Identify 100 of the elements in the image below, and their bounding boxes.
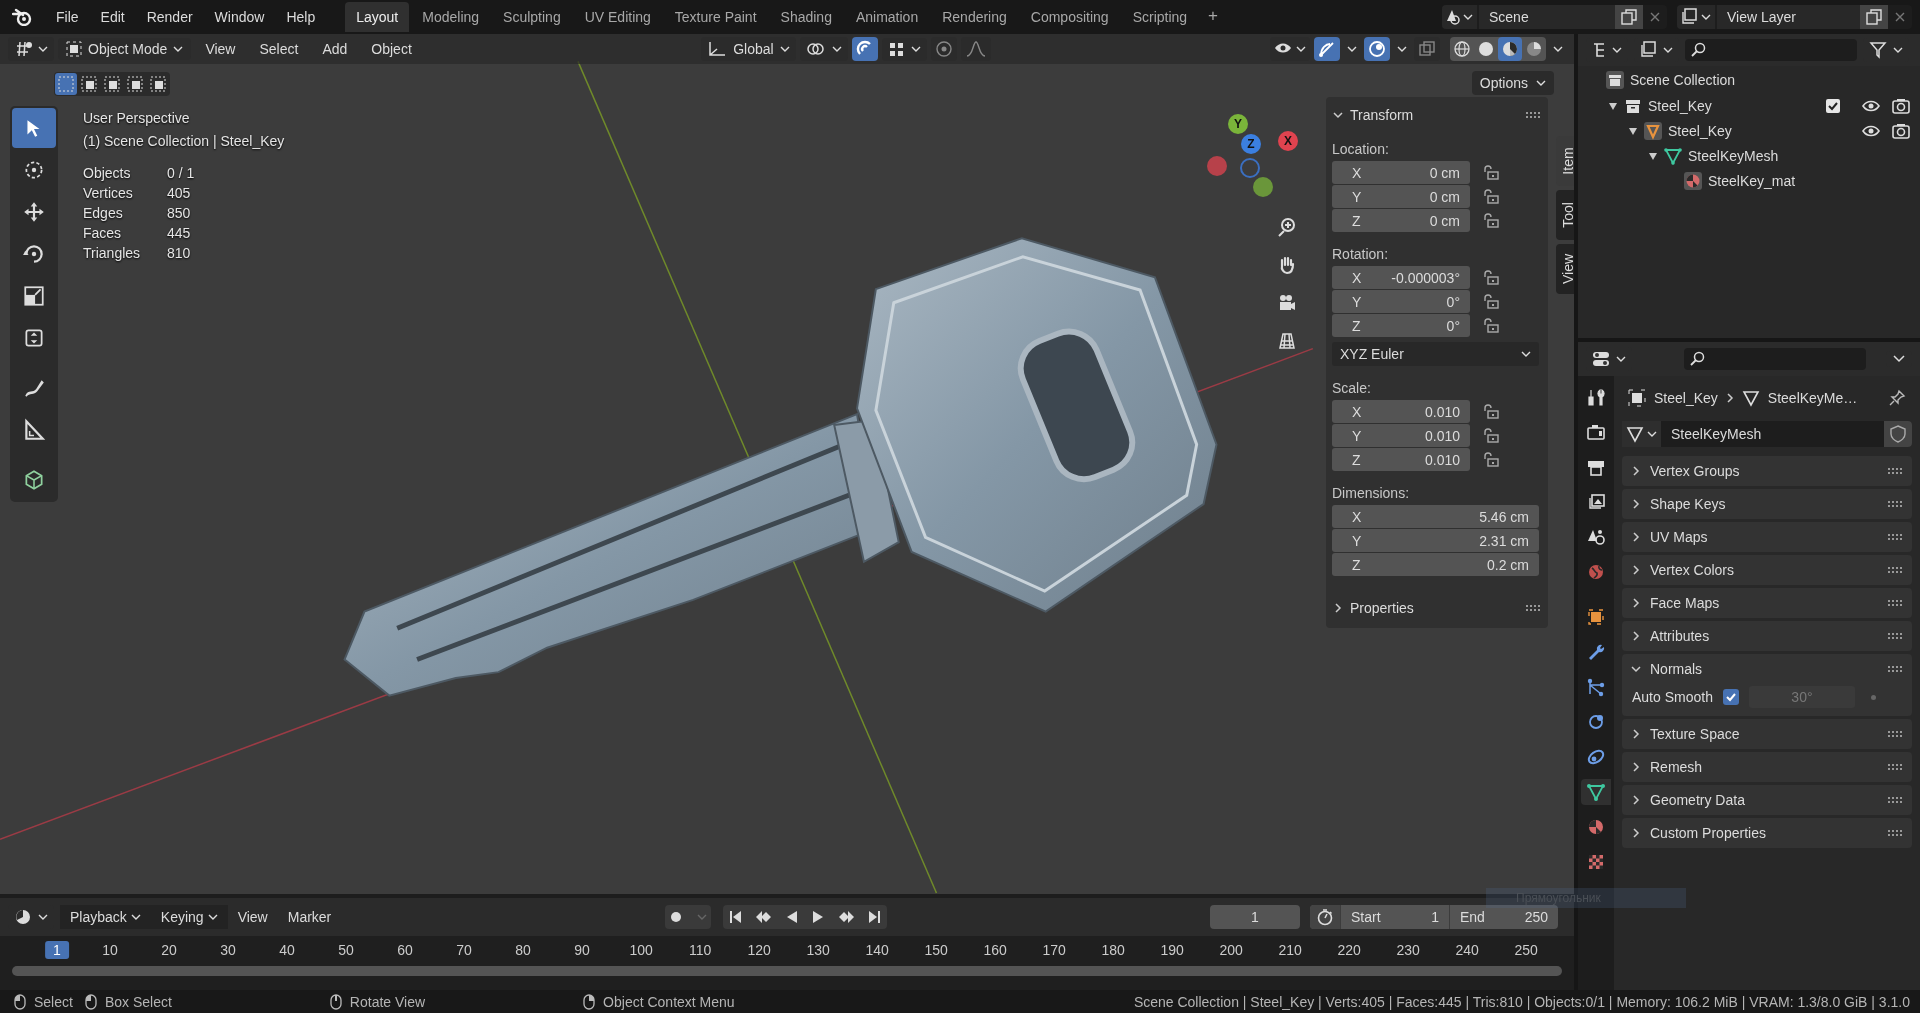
current-frame-field[interactable]: 1 <box>1210 905 1300 929</box>
panel-title[interactable]: Attributes <box>1650 628 1710 644</box>
panel-title[interactable]: Texture Space <box>1650 726 1740 742</box>
panel-title[interactable]: Custom Properties <box>1650 825 1766 841</box>
workspace-tab[interactable]: Rendering <box>931 2 1018 32</box>
scene-name-field[interactable]: Scene <box>1479 5 1615 29</box>
gizmo-toggle-icon[interactable] <box>1314 37 1340 61</box>
gizmo-axis-ball[interactable]: Y <box>1228 114 1248 134</box>
rotation-mode-dropdown[interactable]: XYZ Euler <box>1332 342 1539 366</box>
object-triangle-icon[interactable] <box>1644 121 1662 140</box>
menu-item[interactable]: Playback <box>60 905 151 929</box>
eye-icon[interactable] <box>1862 123 1880 138</box>
menu-item[interactable]: Keying <box>150 905 228 929</box>
selection-mode-icon[interactable] <box>124 73 146 95</box>
chevron-icon[interactable] <box>1630 465 1642 477</box>
scrollbar[interactable] <box>12 966 1562 976</box>
menu-item[interactable]: Help <box>276 5 326 29</box>
number-field[interactable]: Y 0 cm <box>1332 185 1470 208</box>
workspace-tab[interactable]: Texture Paint <box>663 2 768 32</box>
copy-button[interactable] <box>1860 5 1888 29</box>
workspace-tab[interactable]: Modeling <box>411 2 491 32</box>
menu-item[interactable]: View <box>195 37 246 61</box>
chevron-icon[interactable] <box>1630 597 1642 609</box>
workspace-tab[interactable]: Layout <box>345 2 410 32</box>
disclosure-triangle-icon[interactable] <box>1608 100 1618 111</box>
lock-icon[interactable] <box>1482 403 1500 420</box>
tree-item-label[interactable]: Scene Collection <box>1630 71 1736 88</box>
gizmo-axis-ball[interactable] <box>1253 177 1273 197</box>
workspace-tab[interactable]: Animation <box>844 2 930 32</box>
workspace-tab[interactable]: Sculpting <box>492 2 572 32</box>
stopwatch-icon[interactable] <box>1310 905 1340 929</box>
workspace-tab[interactable]: Compositing <box>1019 2 1120 32</box>
chevron-icon[interactable] <box>1630 663 1642 675</box>
menu-item[interactable]: Add <box>312 37 358 61</box>
panel-title[interactable]: Geometry Data <box>1650 792 1745 808</box>
disclosure-triangle-icon[interactable] <box>1648 150 1658 161</box>
search-field[interactable] <box>1685 39 1857 61</box>
lock-icon[interactable] <box>1482 269 1500 286</box>
menu-item[interactable]: Window <box>204 5 275 29</box>
eye-icon[interactable] <box>1862 98 1880 113</box>
panel-title[interactable]: Normals <box>1650 661 1703 677</box>
panel-title[interactable]: Transform <box>1350 107 1414 123</box>
tree-item-label[interactable]: Steel_Key <box>1668 122 1732 139</box>
menu-item[interactable]: Edit <box>90 5 135 29</box>
chevron-icon[interactable] <box>1630 531 1642 543</box>
sidebar-tab[interactable]: View <box>1556 244 1574 294</box>
number-field[interactable]: Z 0.2 cm <box>1332 553 1539 576</box>
menu-item[interactable]: Object <box>361 37 422 61</box>
lock-icon[interactable] <box>1482 451 1500 468</box>
keyframe-dot-icon[interactable] <box>1870 694 1876 700</box>
number-field[interactable]: Y 0.010 <box>1332 424 1470 447</box>
menu-item[interactable]: Marker <box>277 905 342 929</box>
chevron-icon[interactable] <box>1630 794 1642 806</box>
chevron-icon[interactable] <box>1630 630 1642 642</box>
camera-icon[interactable] <box>1892 122 1910 139</box>
number-field[interactable]: Z 0 cm <box>1332 209 1470 232</box>
start-frame-field[interactable]: Start 1 <box>1340 905 1449 929</box>
caret-icon[interactable] <box>1553 45 1563 53</box>
tree-item-label[interactable]: SteelKeyMesh <box>1688 147 1779 164</box>
checkbox[interactable] <box>1722 689 1739 705</box>
material-sphere-icon[interactable] <box>1684 171 1702 190</box>
pin-icon[interactable] <box>1888 389 1906 407</box>
record-button[interactable] <box>664 905 711 929</box>
number-field[interactable]: X 5.46 cm <box>1332 505 1539 528</box>
caret-icon[interactable] <box>1347 45 1357 53</box>
chevron-icon[interactable] <box>1332 602 1344 614</box>
chevron-icon[interactable] <box>1630 564 1642 576</box>
panel-title[interactable]: Shape Keys <box>1650 496 1726 512</box>
end-frame-field[interactable]: End 250 <box>1449 905 1558 929</box>
lock-icon[interactable] <box>1482 212 1500 229</box>
overlay-toggle-icon[interactable] <box>1364 37 1390 61</box>
search-field[interactable] <box>1684 348 1866 370</box>
panel-title[interactable]: Remesh <box>1650 759 1703 775</box>
lock-icon[interactable] <box>1482 293 1500 310</box>
key-model-drawing[interactable] <box>343 237 1218 697</box>
number-field[interactable]: X -0.000003° <box>1332 266 1470 289</box>
menu-item[interactable]: Select <box>249 37 309 61</box>
view-layer-browse-button[interactable] <box>1677 5 1715 29</box>
menu-item[interactable]: File <box>46 5 89 29</box>
lock-icon[interactable] <box>1482 188 1500 205</box>
caret-icon[interactable] <box>1397 45 1407 53</box>
gizmo-axis-ball[interactable]: Z <box>1241 134 1261 154</box>
workspace-tab[interactable]: UV Editing <box>573 2 662 32</box>
mode-dropdown[interactable]: Object Mode <box>58 38 192 60</box>
panel-title[interactable]: Face Maps <box>1650 595 1720 611</box>
menu-item[interactable]: Render <box>136 5 203 29</box>
chevron-icon[interactable] <box>1630 827 1642 839</box>
gizmo-axis-ball[interactable]: X <box>1278 131 1298 151</box>
panel-title[interactable]: UV Maps <box>1650 529 1708 545</box>
scene-browse-button[interactable] <box>1442 5 1477 29</box>
panel-title[interactable]: Vertex Colors <box>1650 562 1735 578</box>
close-icon[interactable] <box>1894 11 1906 23</box>
chevron-icon[interactable] <box>1630 728 1642 740</box>
selection-mode-icon[interactable] <box>78 73 100 95</box>
select-cursor-icon[interactable] <box>12 108 56 148</box>
mesh-triangle-icon[interactable] <box>1664 146 1682 165</box>
options-dropdown[interactable]: Options <box>1471 71 1554 95</box>
fake-user-button[interactable] <box>1884 421 1912 447</box>
workspace-tab[interactable]: Shading <box>769 2 843 32</box>
selection-mode-icon[interactable] <box>101 73 123 95</box>
